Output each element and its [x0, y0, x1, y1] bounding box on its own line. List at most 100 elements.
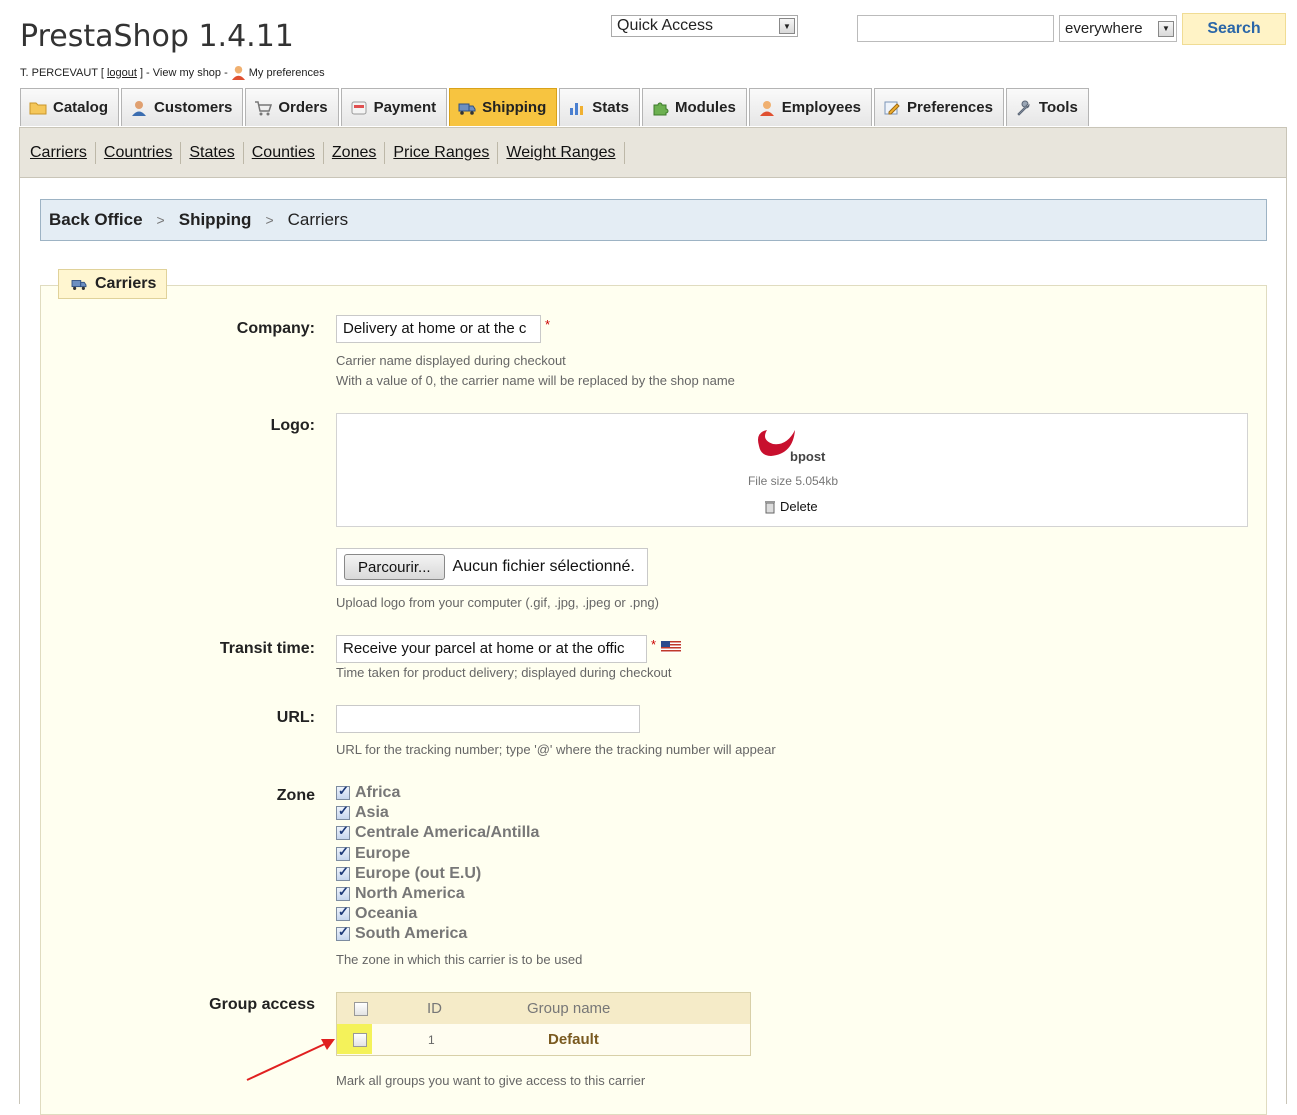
- sub-navigation: Carriers Countries States Counties Zones…: [19, 127, 1287, 178]
- customer-icon: [132, 100, 147, 116]
- chevron-right-icon: >: [265, 212, 274, 228]
- subnav-price-ranges[interactable]: Price Ranges: [385, 141, 499, 164]
- truck-icon: [458, 103, 476, 115]
- zone-list: Africa Asia Centrale America/Antilla Eur…: [336, 783, 539, 945]
- zone-item[interactable]: North America: [336, 884, 539, 904]
- tab-modules[interactable]: Modules: [641, 88, 747, 126]
- preferences-icon: [884, 101, 900, 114]
- tab-label: Stats: [592, 99, 629, 116]
- subnav-counties[interactable]: Counties: [244, 141, 324, 164]
- tab-label: Modules: [674, 99, 736, 116]
- trash-icon: [765, 500, 775, 513]
- form-legend: Carriers: [58, 269, 168, 299]
- delete-logo-button[interactable]: Delete: [764, 499, 818, 514]
- quick-access-select[interactable]: Quick Access ▼: [611, 15, 798, 37]
- payment-icon: [351, 101, 367, 114]
- zone-name: North America: [355, 885, 465, 903]
- chevron-down-icon: ▼: [779, 18, 795, 34]
- breadcrumb-carriers: Carriers: [287, 210, 349, 229]
- transit-time-input[interactable]: Receive your parcel at home or at the of…: [336, 635, 647, 663]
- chevron-down-icon: ▼: [1158, 20, 1174, 37]
- zone-checkbox[interactable]: [336, 924, 350, 942]
- zone-name: Oceania: [355, 905, 418, 923]
- zone-help: The zone in which this carrier is to be …: [336, 952, 583, 967]
- zone-checkbox[interactable]: [336, 884, 350, 902]
- legend-title: Carriers: [95, 275, 157, 292]
- zone-checkbox[interactable]: [336, 844, 350, 861]
- user-line: T. PERCEVAUT [ logout ] - View my shop -…: [20, 65, 325, 80]
- header-group-name: Group name: [527, 1000, 611, 1017]
- zone-checkbox[interactable]: [336, 803, 350, 821]
- zone-item[interactable]: Europe: [336, 844, 539, 864]
- url-label: URL:: [276, 709, 315, 726]
- zone-item[interactable]: Europe (out E.U): [336, 864, 539, 884]
- zone-name: Centrale America/Antilla: [355, 824, 540, 842]
- subnav-carriers[interactable]: Carriers: [22, 141, 96, 164]
- zone-checkbox[interactable]: [336, 783, 350, 801]
- shop-title: PrestaShop 1.4.11: [20, 19, 294, 54]
- search-input[interactable]: [857, 15, 1054, 42]
- logout-link[interactable]: logout: [107, 67, 137, 79]
- zone-item[interactable]: Asia: [336, 803, 539, 823]
- company-help-2: With a value of 0, the carrier name will…: [336, 373, 735, 388]
- group-id: 1: [428, 1032, 435, 1047]
- browse-button[interactable]: Parcourir...: [344, 554, 445, 580]
- tab-stats[interactable]: Stats: [559, 88, 640, 126]
- subnav-states[interactable]: States: [181, 141, 244, 164]
- zone-item[interactable]: Oceania: [336, 904, 539, 924]
- my-preferences-link[interactable]: My preferences: [249, 67, 325, 79]
- tab-customers[interactable]: Customers: [121, 88, 244, 126]
- group-checkbox[interactable]: [353, 1032, 367, 1047]
- breadcrumb-back-office[interactable]: Back Office: [49, 210, 143, 230]
- view-my-shop-text[interactable]: ] - View my shop -: [140, 67, 228, 79]
- tab-orders[interactable]: Orders: [245, 88, 339, 126]
- zone-name: Europe (out E.U): [355, 864, 482, 882]
- tab-employees[interactable]: Employees: [748, 88, 873, 126]
- group-name: Default: [548, 1031, 599, 1048]
- zone-checkbox[interactable]: [336, 864, 350, 881]
- us-flag-icon[interactable]: [661, 641, 681, 653]
- zone-checkbox[interactable]: [336, 904, 350, 922]
- carrier-form: [40, 285, 1267, 1115]
- tab-shipping[interactable]: Shipping: [449, 88, 558, 126]
- tab-label: Customers: [154, 99, 233, 116]
- tab-label: Employees: [781, 99, 862, 116]
- page: PrestaShop 1.4.11 T. PERCEVAUT [ logout …: [7, 6, 1289, 1115]
- logo-label: Logo:: [270, 417, 315, 434]
- wrench-icon: [1017, 100, 1030, 116]
- company-help-1: Carrier name displayed during checkout: [336, 353, 566, 368]
- logo-file-size: File size 5.054kb: [747, 474, 839, 488]
- select-all-cell: [337, 1001, 385, 1016]
- logo-brand-text: bpost: [790, 449, 826, 464]
- puzzle-icon: [653, 102, 669, 115]
- url-input[interactable]: [336, 705, 640, 733]
- header-id: ID: [427, 1000, 442, 1017]
- group-row: 1 Default: [336, 1024, 751, 1055]
- user-name: T. PERCEVAUT [: [20, 66, 104, 79]
- tab-payment[interactable]: Payment: [340, 88, 448, 126]
- quick-access-value: Quick Access: [617, 17, 714, 34]
- tab-label: Orders: [278, 99, 328, 116]
- search-scope-select[interactable]: everywhere ▼: [1059, 15, 1177, 42]
- zone-item[interactable]: Africa: [336, 783, 539, 803]
- tab-catalog[interactable]: Catalog: [20, 88, 120, 126]
- subnav-zones[interactable]: Zones: [324, 141, 386, 164]
- company-input[interactable]: Delivery at home or at the c: [336, 315, 541, 343]
- breadcrumb-shipping[interactable]: Shipping: [179, 210, 252, 230]
- search-button[interactable]: Search: [1182, 13, 1286, 45]
- transit-time-help: Time taken for product delivery; display…: [336, 665, 672, 680]
- zone-name: South America: [355, 925, 468, 943]
- logo-file-input[interactable]: Parcourir... Aucun fichier sélectionné.: [336, 548, 648, 586]
- tab-preferences[interactable]: Preferences: [874, 88, 1004, 126]
- breadcrumb: Back Office > Shipping > Carriers: [40, 199, 1267, 241]
- zone-item[interactable]: Centrale America/Antilla: [336, 823, 539, 843]
- tab-tools[interactable]: Tools: [1005, 88, 1089, 126]
- subnav-countries[interactable]: Countries: [96, 141, 182, 164]
- delete-label: Delete: [780, 499, 818, 514]
- required-mark: *: [651, 637, 657, 652]
- zone-item[interactable]: South America: [336, 924, 539, 944]
- url-help: URL for the tracking number; type '@' wh…: [336, 742, 776, 757]
- subnav-weight-ranges[interactable]: Weight Ranges: [498, 141, 625, 164]
- select-all-checkbox[interactable]: [354, 1001, 368, 1016]
- zone-checkbox[interactable]: [336, 823, 350, 841]
